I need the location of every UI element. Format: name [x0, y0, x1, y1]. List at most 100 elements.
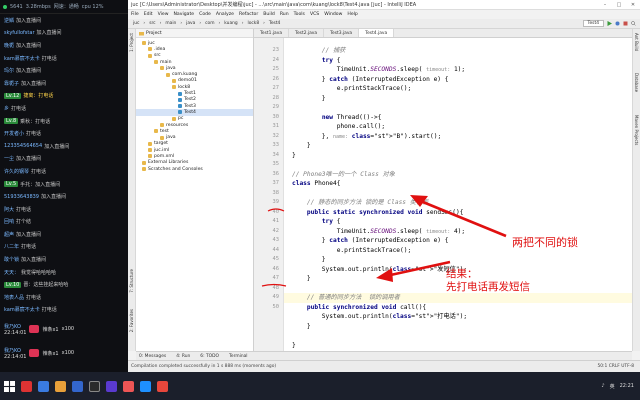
menu-item-window[interactable]: Window: [324, 12, 342, 17]
line-number: 30: [272, 113, 280, 120]
bottom-tool-tabs: 0: Messages 4: Run 6: TODO Terminal: [136, 351, 632, 360]
chat-text: 加入直播间: [41, 194, 67, 201]
minimize-icon[interactable]: –: [598, 2, 612, 8]
breadcrumb-item[interactable]: kuang: [222, 21, 239, 26]
tree-node[interactable]: Scratches and Consoles: [136, 166, 253, 172]
bottom-tab[interactable]: 6: TODO: [200, 354, 219, 359]
search-icon[interactable]: [631, 21, 636, 26]
taskbar-app-icon[interactable]: [72, 380, 83, 392]
gift-count: x100: [61, 326, 75, 332]
menu-item-tools[interactable]: Tools: [294, 12, 305, 17]
breadcrumb-item[interactable]: lock8: [245, 21, 261, 26]
tool-tab-ant[interactable]: Ant Build: [634, 33, 639, 51]
menu-item-vcs[interactable]: VCS: [310, 12, 319, 17]
code-line: }: [292, 275, 311, 282]
tree-node-label: main: [160, 59, 172, 65]
clock[interactable]: 22:21: [620, 383, 634, 389]
input-language[interactable]: 英: [610, 383, 615, 390]
line-number: 31: [272, 123, 280, 129]
chat-text: 加入直播间: [16, 156, 42, 163]
taskbar-app-icon[interactable]: [38, 380, 49, 392]
line-number: 23: [272, 47, 280, 53]
chat-text: 打电话: [26, 131, 42, 138]
play-button[interactable]: [592, 326, 616, 350]
breadcrumb-item[interactable]: juc: [131, 21, 141, 26]
gift-info: 我乃KO 22:14:01: [4, 347, 26, 360]
line-number: 25: [272, 66, 280, 72]
breadcrumb-separator-icon: ›: [143, 21, 146, 26]
debug-icon[interactable]: [615, 21, 620, 26]
taskbar-app-icon[interactable]: [140, 380, 151, 392]
taskbar-app-icon[interactable]: [21, 380, 32, 392]
chat-username: kam慕宸不太卡: [4, 55, 40, 62]
menu-item-code[interactable]: Code: [199, 12, 211, 17]
line-number: 32: [272, 132, 280, 139]
tool-tab-favorites[interactable]: 2: Favorites: [129, 309, 134, 332]
run-icon[interactable]: [607, 21, 612, 26]
code-line: }, name: class="st">"B").start();: [292, 132, 442, 140]
speaker-icon[interactable]: ♪: [601, 383, 604, 389]
line-number: 40: [272, 208, 280, 215]
menu-item-help[interactable]: Help: [347, 12, 357, 17]
menu-item-navigate[interactable]: Navigate: [174, 12, 195, 17]
annotation-result-text: 先打电话再发短信: [446, 281, 530, 293]
editor-tab[interactable]: Test2.java: [289, 29, 325, 37]
status-bar: Compilation completed successfully in 1 …: [128, 360, 640, 372]
online-dot-icon: [3, 4, 7, 9]
menu-item-refactor[interactable]: Refactor: [239, 12, 258, 17]
tool-tab-maven[interactable]: Maven Projects: [634, 115, 639, 145]
windows-start-icon[interactable]: [4, 380, 15, 392]
breadcrumb-item[interactable]: Test4: [267, 21, 282, 26]
chat-username: 阿大: [4, 206, 15, 213]
breadcrumb-item[interactable]: main: [163, 21, 178, 26]
line-number: 38: [272, 189, 280, 196]
menu-item-view[interactable]: View: [158, 12, 169, 17]
run-config-select[interactable]: Test4: [582, 20, 604, 27]
tool-tab-database[interactable]: Database: [634, 73, 639, 92]
line-number: 41: [272, 218, 280, 224]
close-icon[interactable]: ✕: [626, 2, 640, 8]
editor-tab[interactable]: Test1.java: [254, 29, 290, 37]
menu-item-edit[interactable]: Edit: [144, 12, 153, 17]
chat-message: 超声 加入直播间: [0, 228, 128, 241]
chat-message: Lv.8 乘秋：打电话: [0, 115, 128, 128]
java-class-icon: [178, 91, 182, 96]
project-title[interactable]: Project: [146, 31, 162, 36]
menu-item-analyze[interactable]: Analyze: [216, 12, 234, 17]
chat-text: 打电话: [41, 307, 57, 314]
taskbar-app-icon[interactable]: [55, 380, 66, 392]
tool-tab-project[interactable]: 1: Project: [129, 33, 134, 52]
chat-message: 回响 打个结: [0, 216, 128, 229]
gift-icon: [29, 325, 40, 333]
editor-tab[interactable]: Test3.java: [324, 29, 360, 37]
chat-message: 玛尔 加入直播间: [0, 64, 128, 77]
menu-item-build[interactable]: Build: [263, 12, 275, 17]
taskbar-app-icon[interactable]: [106, 380, 117, 392]
bottom-tab[interactable]: 0: Messages: [139, 354, 166, 359]
stop-icon[interactable]: [623, 21, 628, 26]
breadcrumb-item[interactable]: src: [147, 21, 157, 26]
tool-tab-structure[interactable]: 7: Structure: [129, 269, 134, 293]
tree-node-label: juc: [148, 40, 155, 46]
code-editor[interactable]: // 捕获 try { TimeUnit.SECONDS.sleep( time…: [284, 38, 632, 351]
breadcrumb-item[interactable]: com: [203, 21, 216, 26]
bottom-tab[interactable]: Terminal: [229, 354, 248, 359]
tree-node-label: External Libraries: [148, 160, 189, 166]
taskbar-app-icon[interactable]: [89, 380, 100, 392]
line-number: 44: [272, 246, 280, 253]
tree-node-label: Test2: [184, 97, 196, 103]
chat-text: 加入直播间: [21, 80, 47, 87]
tree-node-label: resources: [166, 122, 189, 128]
code-line: TimeUnit.SECONDS.sleep( timeout: 1);: [292, 66, 466, 73]
taskbar-app-icon[interactable]: [157, 380, 168, 392]
menu-item-file[interactable]: File: [131, 12, 139, 17]
bottom-tab[interactable]: 4: Run: [176, 354, 190, 359]
chat-text: 加入直播间: [16, 42, 42, 49]
menu-item-run[interactable]: Run: [280, 12, 289, 17]
chat-message: 许久的钢琴 打电话: [0, 165, 128, 178]
editor-tab[interactable]: Test4.java: [359, 29, 395, 37]
chat-status-bar: 5641 3.28mbps 网速：通畅 cpu 12%: [0, 0, 128, 14]
taskbar-app-icon[interactable]: [123, 380, 134, 392]
breadcrumb-item[interactable]: java: [184, 21, 197, 26]
maximize-icon[interactable]: □: [612, 2, 626, 8]
